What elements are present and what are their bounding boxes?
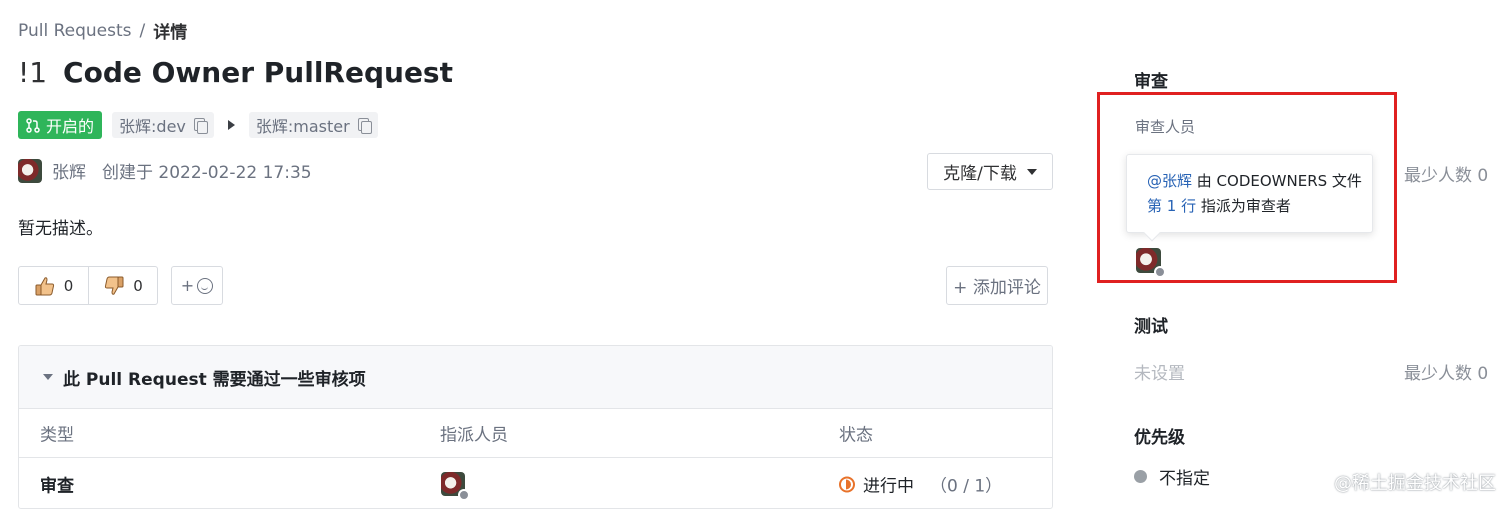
collapse-caret-icon [43, 374, 53, 380]
reviewer-mention-link[interactable]: @张辉 [1147, 172, 1192, 190]
thumbs-up-count: 0 [63, 276, 74, 295]
reviewer-tooltip: @张辉 由 CODEOWNERS 文件 第 1 行 指派为审查者 [1126, 154, 1373, 233]
column-assignee: 指派人员 [440, 425, 508, 446]
user-badge-icon [1154, 266, 1166, 278]
row-progress: （0 / 1） [930, 476, 1003, 497]
pr-title: Code Owner PullRequest [63, 56, 453, 89]
thumbs-up-button[interactable]: 0 [19, 267, 88, 304]
checks-heading: 此 Pull Request 需要通过一些审核项 [63, 369, 366, 390]
row-type: 审查 [40, 476, 74, 497]
priority-value: 不指定 [1159, 469, 1210, 489]
test-value: 未设置 [1134, 364, 1185, 384]
row-status-label: 进行中 [863, 476, 914, 497]
review-title: 审查 [1134, 72, 1168, 92]
avatar[interactable] [18, 158, 42, 183]
add-comment-button[interactable]: + 添加评论 [946, 266, 1048, 305]
reactions: 0 0 [18, 266, 158, 305]
smile-icon [197, 277, 214, 294]
watermark: @稀土掘金技术社区 [1334, 473, 1496, 494]
progress-icon [839, 476, 855, 492]
column-type: 类型 [40, 425, 74, 446]
breadcrumb: Pull Requests / 详情 [18, 18, 188, 44]
created-time: 创建于 2022-02-22 17:35 [102, 163, 312, 183]
copy-icon[interactable] [357, 117, 372, 134]
pr-description: 暂无描述。 [18, 219, 103, 239]
add-reaction-plus: + [180, 276, 195, 295]
checks-table-header: 类型 指派人员 状态 [19, 409, 1052, 458]
avatar[interactable] [1136, 248, 1166, 278]
test-title: 测试 [1134, 317, 1168, 337]
avatar[interactable] [441, 472, 470, 501]
breadcrumb-root-link[interactable]: Pull Requests [18, 21, 132, 41]
target-branch: 张辉:master [248, 112, 378, 138]
codeowners-line-link[interactable]: 第 1 行 [1147, 197, 1196, 215]
status-badge: 开启的 [18, 111, 103, 139]
tooltip-text-1: 由 CODEOWNERS 文件 [1192, 172, 1362, 190]
page-title: !1 Code Owner PullRequest [18, 56, 453, 89]
table-row: 审查 进行中 （0 / 1） [19, 458, 1052, 508]
reviewer-avatar[interactable] [1136, 248, 1166, 278]
author-row: 张辉 创建于 2022-02-22 17:35 [18, 158, 312, 183]
clone-download-button[interactable]: 克隆/下载 [927, 153, 1053, 190]
review-min-count: 最少人数 0 [1404, 166, 1489, 186]
checks-panel: 此 Pull Request 需要通过一些审核项 类型 指派人员 状态 审查 进… [18, 345, 1053, 509]
thumbs-down-icon [105, 276, 124, 295]
arrow-right-icon [227, 120, 235, 130]
column-status: 状态 [839, 425, 873, 446]
priority-dot-icon [1134, 470, 1147, 483]
priority-select[interactable]: 不指定 [1134, 464, 1210, 489]
target-branch-label: 张辉:master [255, 117, 350, 136]
pull-request-icon [26, 117, 40, 133]
author-name[interactable]: 张辉 [52, 158, 86, 183]
source-branch-label: 张辉:dev [119, 117, 186, 136]
thumbs-down-button[interactable]: 0 [88, 267, 157, 304]
checks-panel-header[interactable]: 此 Pull Request 需要通过一些审核项 [19, 346, 1052, 409]
row-status: 进行中 （0 / 1） [839, 472, 1002, 497]
breadcrumb-separator: / [139, 20, 146, 41]
tooltip-text-2: 指派为审查者 [1196, 197, 1291, 215]
priority-title: 优先级 [1134, 428, 1185, 448]
thumbs-down-count: 0 [133, 276, 143, 295]
status-badge-label: 开启的 [46, 117, 95, 136]
pr-number: !1 [18, 56, 48, 89]
thumbs-up-icon [35, 276, 54, 295]
reviewers-label: 审查人员 [1135, 118, 1196, 136]
source-branch: 张辉:dev [112, 112, 214, 138]
add-reaction-button[interactable]: + [171, 266, 223, 305]
clone-download-label: 克隆/下载 [943, 164, 1017, 184]
row-assignee [441, 472, 470, 501]
user-badge-icon [458, 489, 470, 501]
test-min-count: 最少人数 0 [1404, 364, 1489, 384]
caret-down-icon [1026, 168, 1037, 175]
pr-status-row: 开启的 张辉:dev 张辉:master [18, 111, 378, 139]
copy-icon[interactable] [193, 117, 208, 134]
breadcrumb-current: 详情 [153, 23, 188, 43]
